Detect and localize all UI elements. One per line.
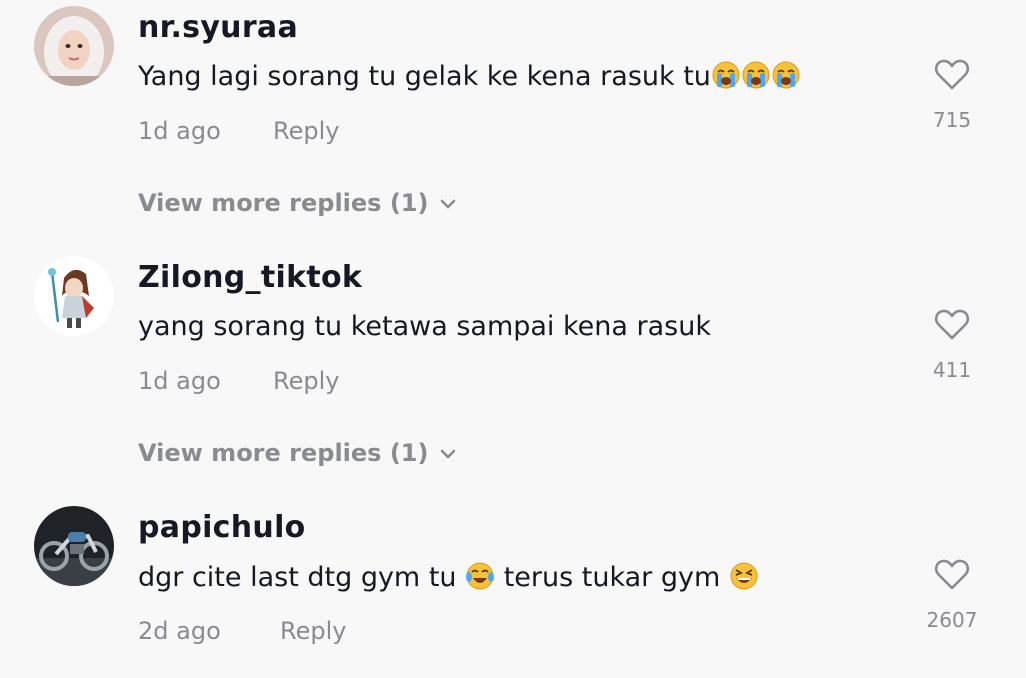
avatar[interactable] [34,256,114,336]
heart-icon [934,59,970,90]
view-more-replies[interactable]: View more replies (1) [138,439,458,467]
view-more-replies-label: View more replies (1) [138,439,429,467]
reply-button[interactable]: Reply [273,117,339,145]
username[interactable]: Zilong_tiktok [138,260,362,295]
comment-text: Yang lagi sorang tu gelak ke kena rasuk … [138,60,801,92]
username[interactable]: papichulo [138,510,306,545]
like-count: 715 [932,108,972,132]
comment-text: dgr cite last dtg gym tu terus tukar gym [138,561,759,593]
comment-time: 2d ago [138,617,221,645]
comment-text-body: yang sorang tu ketawa sampai kena rasuk [138,311,711,342]
comment-text-part2: terus tukar gym [503,562,721,593]
avatar[interactable] [34,6,114,86]
grinning-squinting-face-icon [729,561,759,591]
chevron-down-icon [441,449,456,459]
view-more-replies[interactable]: View more replies (1) [138,189,458,217]
comment-text: yang sorang tu ketawa sampai kena rasuk [138,311,711,342]
comment-list: nr.syuraa Yang lagi sorang tu gelak ke k… [0,0,1026,678]
like-button[interactable] [932,554,972,594]
loudly-crying-face-icon [711,60,741,90]
heart-icon [934,559,970,590]
username[interactable]: nr.syuraa [138,10,298,45]
reply-button[interactable]: Reply [280,617,346,645]
heart-icon [934,309,970,340]
loudly-crying-face-icon [741,60,771,90]
face-with-tears-of-joy-icon [465,561,495,591]
comment-time: 1d ago [138,367,221,395]
like-button[interactable] [932,304,972,344]
comment-text-part1: dgr cite last dtg gym tu [138,562,457,593]
view-more-replies-label: View more replies (1) [138,189,429,217]
avatar[interactable] [34,506,114,586]
reply-button[interactable]: Reply [273,367,339,395]
loudly-crying-face-icon [771,60,801,90]
like-count: 411 [932,358,972,382]
like-button[interactable] [932,54,972,94]
like-count: 2607 [926,608,978,632]
comment-text-body: Yang lagi sorang tu gelak ke kena rasuk … [138,61,711,92]
chevron-down-icon [441,199,456,209]
comment-time: 1d ago [138,117,221,145]
